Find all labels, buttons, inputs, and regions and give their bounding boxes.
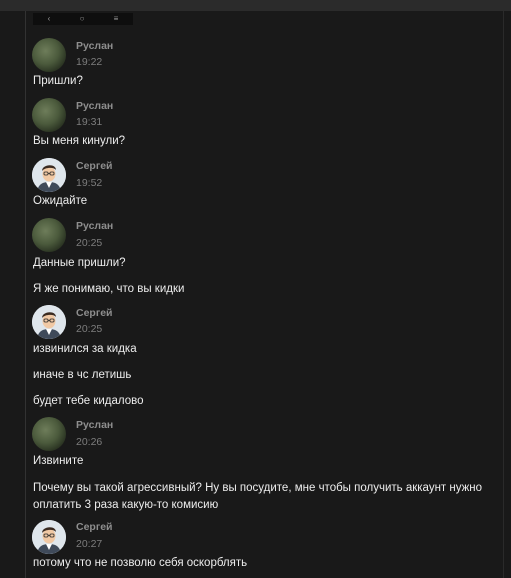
author-name[interactable]: Руслан xyxy=(76,100,113,112)
message-time: 20:27 xyxy=(76,538,103,550)
avatar[interactable] xyxy=(32,218,66,252)
avatar[interactable] xyxy=(32,305,66,339)
message-text: Ожидайте xyxy=(33,195,88,207)
message-text: Вы меня кинули? xyxy=(33,135,126,147)
message-time: 19:52 xyxy=(76,177,103,189)
author-name[interactable]: Руслан xyxy=(76,220,113,232)
avatar[interactable] xyxy=(32,520,66,554)
message-text: Пришли? xyxy=(33,75,83,87)
message-text: Данные пришли? xyxy=(33,257,126,269)
message-text: извинился за кидка xyxy=(33,343,137,355)
message-time: 19:31 xyxy=(76,116,103,128)
message-text: потому что не позволю себя оскорблять xyxy=(33,557,248,569)
avatar[interactable] xyxy=(32,38,66,72)
author-name[interactable]: Сергей xyxy=(76,307,113,319)
author-name[interactable]: Сергей xyxy=(76,521,113,533)
message-feed: Руслан 19:22 Пришли? Руслан 19:31 Вы мен… xyxy=(0,0,511,578)
message-time: 20:25 xyxy=(76,237,103,249)
message-text: будет тебе кидалово xyxy=(33,395,144,407)
message-time: 19:22 xyxy=(76,56,103,68)
person-avatar-icon xyxy=(32,158,66,192)
author-name[interactable]: Сергей xyxy=(76,160,113,172)
avatar[interactable] xyxy=(32,98,66,132)
message-text: Почему вы такой агрессивный? Ну вы посуд… xyxy=(33,482,483,511)
avatar[interactable] xyxy=(32,158,66,192)
message-text: Извините xyxy=(33,455,84,467)
person-avatar-icon xyxy=(32,520,66,554)
avatar[interactable] xyxy=(32,417,66,451)
message-time: 20:25 xyxy=(76,323,103,335)
person-avatar-icon xyxy=(32,305,66,339)
message-time: 20:26 xyxy=(76,436,103,448)
message-text: Я же понимаю, что вы кидки xyxy=(33,283,185,295)
message-text: иначе в чс летишь xyxy=(33,369,132,381)
author-name[interactable]: Руслан xyxy=(76,419,113,431)
author-name[interactable]: Руслан xyxy=(76,40,113,52)
